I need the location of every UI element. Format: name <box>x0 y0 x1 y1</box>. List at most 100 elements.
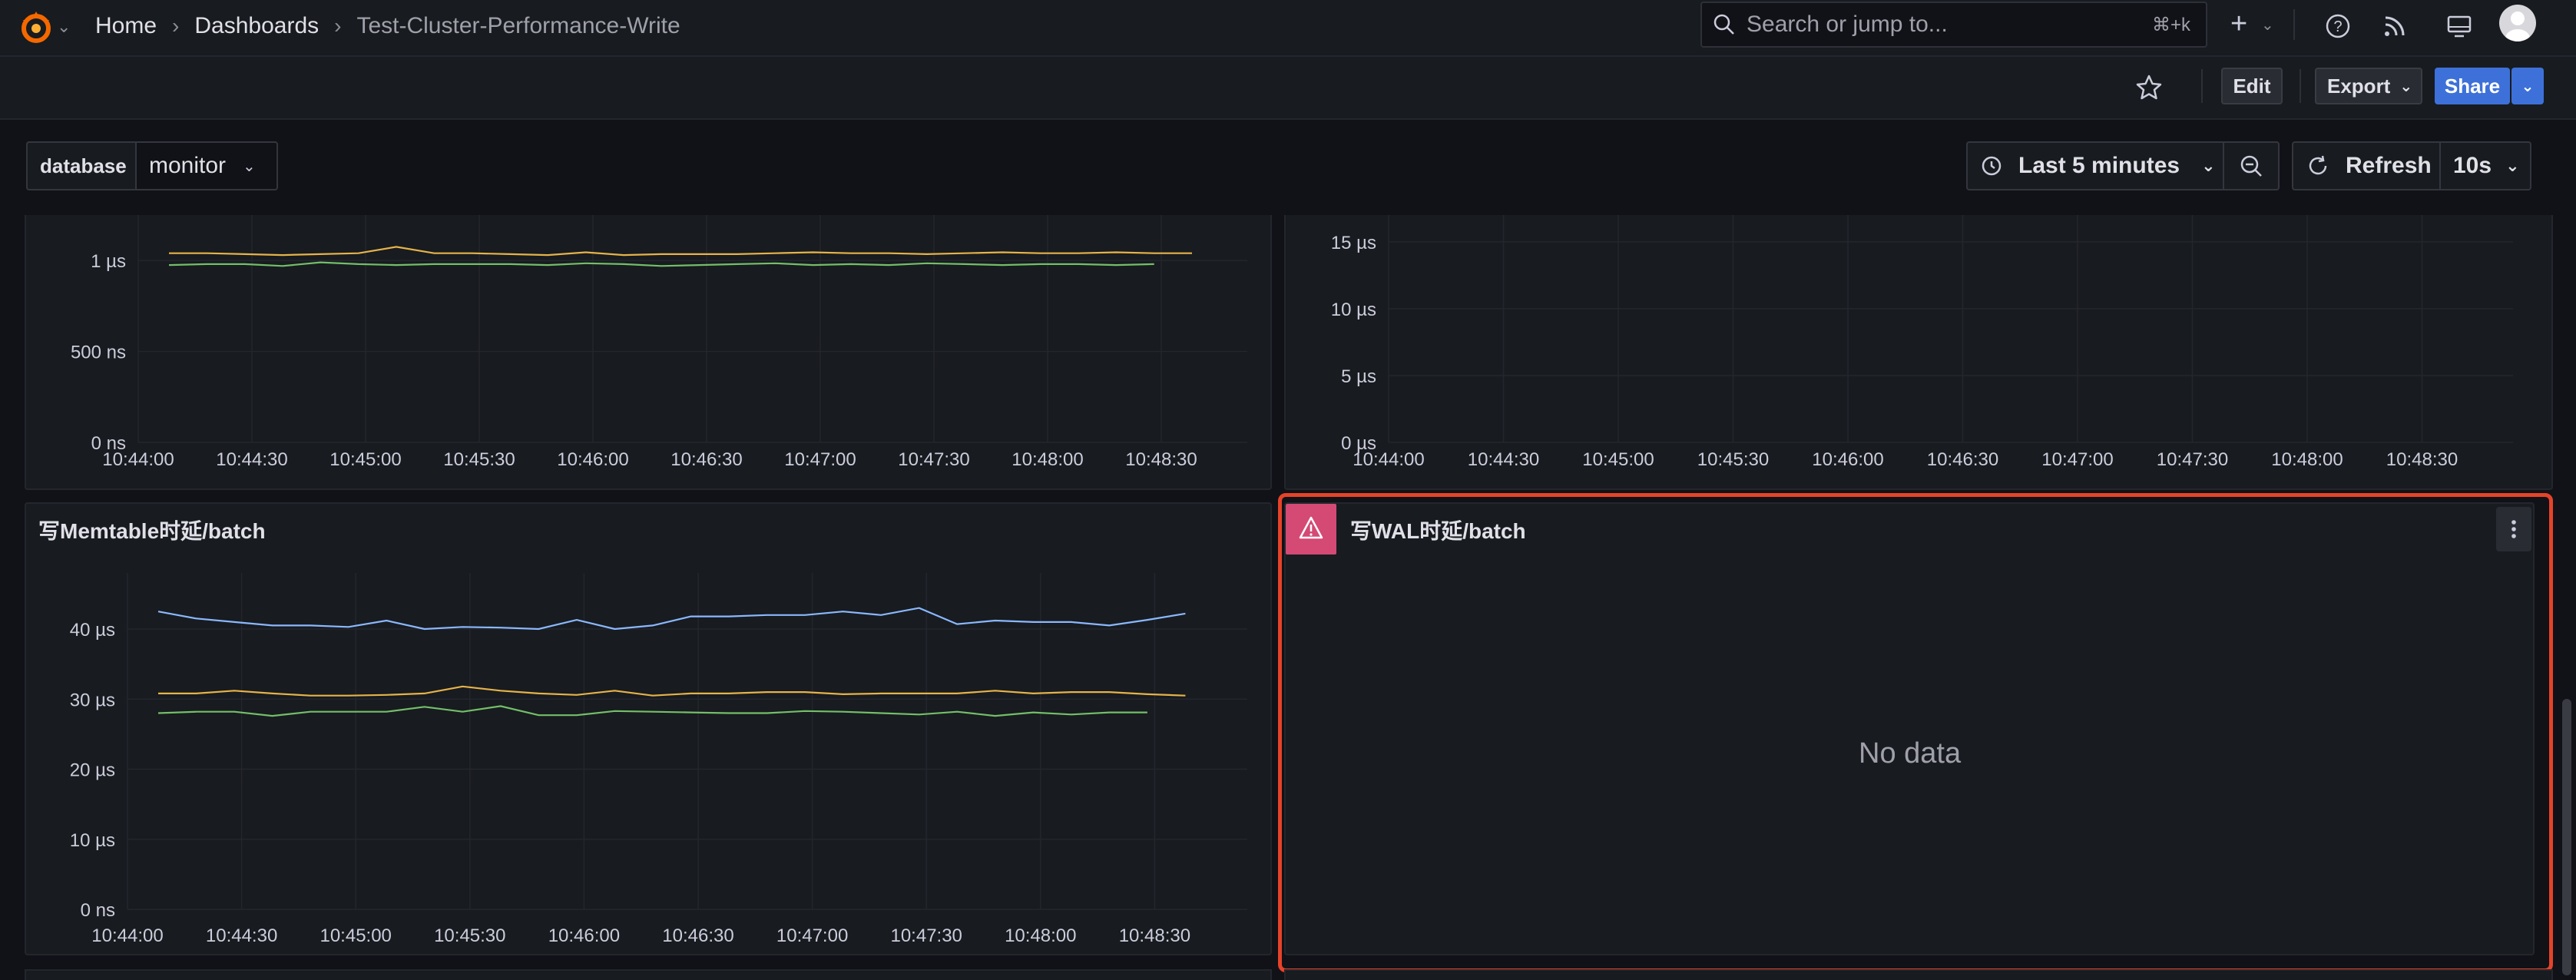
x-tick-label: 10:48:30 <box>2386 449 2458 470</box>
plus-icon[interactable]: + <box>2230 8 2247 41</box>
x-tick-label: 10:46:30 <box>1927 449 1998 470</box>
y-tick-label: 30 µs <box>70 690 115 710</box>
y-tick-label: 10 µs <box>70 830 115 851</box>
export-button[interactable]: Export ⌄ <box>2315 68 2422 104</box>
latency-chart-top-left: 0 ns500 ns1 µs10:44:00 10:44:30 10:45:00 10… <box>71 215 1247 470</box>
search-icon <box>1713 14 1734 35</box>
series-line <box>158 685 1186 697</box>
x-tick-label: 10:44:30 <box>206 925 277 946</box>
series-line <box>157 607 1186 631</box>
y-tick-label: 1 µs <box>91 251 126 272</box>
divider <box>2201 69 2203 103</box>
x-tick-label: 10:44:00 <box>102 449 174 470</box>
y-tick-label: 10 µs <box>1331 300 1376 320</box>
memtable-latency-panel[interactable]: 写Memtable时延/batch 0 ns 10 µs 20 µs 30 µs 40 … <box>25 502 1272 955</box>
share-button[interactable]: Share <box>2435 68 2510 104</box>
rss-icon[interactable] <box>2379 11 2410 41</box>
y-tick-label: 40 µs <box>70 620 115 641</box>
x-tick-label: 10:44:30 <box>1468 449 1539 470</box>
x-tick-label: 10:45:30 <box>1697 449 1769 470</box>
x-tick-label: 10:44:00 <box>91 925 163 946</box>
series-line <box>169 246 1192 257</box>
grafana-logo-icon[interactable] <box>17 8 55 46</box>
y-tick-label: 15 µs <box>1331 233 1376 253</box>
refresh-interval-picker[interactable]: 10s ⌄ <box>2439 141 2531 190</box>
chevron-down-icon: ⌄ <box>2505 156 2520 175</box>
x-tick-label: 10:46:30 <box>662 925 733 946</box>
x-tick-label: 10:48:30 <box>1125 449 1197 470</box>
breadcrumb-current-dashboard: Test-Cluster-Performance-Write <box>356 13 680 38</box>
x-tick-label: 10:46:00 <box>1812 449 1883 470</box>
x-tick-label: 10:45:00 <box>329 449 401 470</box>
chevron-down-icon[interactable]: ⌄ <box>2261 15 2274 35</box>
x-tick-label: 10:47:30 <box>890 925 962 946</box>
next-panel-edge <box>25 969 1272 980</box>
time-range-label: Last 5 minutes <box>2018 153 2180 178</box>
dashboard-toolbar: Edit Export ⌄ Share ⌄ <box>0 57 2576 120</box>
page-scrollbar[interactable] <box>2562 699 2571 975</box>
x-tick-label: 10:45:00 <box>1582 449 1654 470</box>
panel-title: 写Memtable时延/batch <box>38 519 266 543</box>
svg-text:?: ? <box>2333 18 2342 35</box>
refresh-label: Refresh <box>2346 153 2432 178</box>
y-tick-label: 5 µs <box>1341 366 1376 387</box>
x-tick-label: 10:47:30 <box>898 449 969 470</box>
variable-label: database <box>26 141 139 190</box>
chevron-down-icon: ⌄ <box>2521 78 2535 95</box>
database-variable-value: monitor <box>149 153 227 178</box>
share-options-button[interactable]: ⌄ <box>2511 68 2544 104</box>
breadcrumb-dashboards[interactable]: Dashboards <box>194 13 319 39</box>
x-tick-label: 10:48:00 <box>1012 449 1083 470</box>
y-tick-label: 500 ns <box>71 343 126 363</box>
y-tick-label: 0 ns <box>81 900 115 921</box>
x-tick-label: 10:47:00 <box>776 925 848 946</box>
x-tick-label: 10:47:00 <box>784 449 856 470</box>
chevron-down-icon: ⌄ <box>243 157 256 175</box>
avatar[interactable] <box>2499 5 2536 41</box>
latency-chart-top-right: 0 µs5 µs10 µs15 µs10:44:00 10:44:30 10:45:… <box>1331 215 2513 470</box>
series-line <box>157 705 1147 717</box>
user-icon <box>2505 12 2530 41</box>
edit-button[interactable]: Edit <box>2221 68 2283 104</box>
time-range-picker[interactable]: Last 5 minutes ⌄ <box>1966 141 2224 190</box>
x-tick-label: 10:44:30 <box>216 449 287 470</box>
refresh-icon <box>2309 155 2327 175</box>
divider <box>2293 9 2295 40</box>
database-variable-select[interactable]: monitor ⌄ <box>135 141 278 190</box>
monitor-icon[interactable] <box>2444 11 2475 41</box>
chevron-right-icon: › <box>172 14 180 38</box>
zoom-out-button[interactable] <box>2223 141 2280 190</box>
memtable-latency-chart: 0 ns 10 µs 20 µs 30 µs 40 µs 10:44:00 10:44:30… <box>70 573 1247 946</box>
refresh-interval-label: 10s <box>2453 153 2492 178</box>
x-tick-label: 10:48:00 <box>1005 925 1076 946</box>
breadcrumb: Home › Dashboards › Test-Cluster-Perform… <box>95 11 680 41</box>
x-tick-label: 10:48:00 <box>2271 449 2343 470</box>
selection-highlight <box>1278 493 2553 972</box>
x-tick-label: 10:48:30 <box>1119 925 1190 946</box>
y-tick-label: 20 µs <box>70 760 115 781</box>
x-tick-label: 10:46:00 <box>548 925 620 946</box>
chevron-right-icon: › <box>334 14 342 38</box>
help-icon[interactable]: ? <box>2323 11 2353 41</box>
latency-panel-top-right[interactable]: 0 µs 5 µs 10 µs 15 µs 10:44:00 10:44:30 10:45:… <box>1284 215 2553 490</box>
chevron-down-icon[interactable]: ⌄ <box>57 17 71 37</box>
x-tick-label: 10:44:00 <box>1353 449 1424 470</box>
top-navigation-bar: ⌄ Home › Dashboards › Test-Cluster-Perfo… <box>0 0 2576 57</box>
refresh-button[interactable]: Refresh <box>2292 141 2441 190</box>
x-tick-label: 10:46:30 <box>670 449 742 470</box>
chevron-down-icon: ⌄ <box>2201 156 2216 175</box>
breadcrumb-home[interactable]: Home <box>95 13 157 39</box>
search-placeholder: Search or jump to... <box>1747 12 1948 37</box>
search-input[interactable]: Search or jump to... ⌘+k <box>1700 2 2207 48</box>
star-icon[interactable] <box>2134 72 2164 103</box>
search-shortcut: ⌘+k <box>2151 15 2190 35</box>
x-tick-label: 10:45:00 <box>320 925 391 946</box>
zoom-out-icon <box>2240 155 2262 177</box>
export-button-label: Export <box>2327 74 2391 98</box>
x-tick-label: 10:47:30 <box>2157 449 2228 470</box>
clock-icon <box>1982 156 2002 176</box>
next-panel-edge <box>1284 969 2553 980</box>
series-line <box>168 261 1154 267</box>
latency-panel-top-left[interactable]: 0 ns 500 ns 1 µs 10:44:00 10:44:30 10:45:00 10… <box>25 215 1272 490</box>
x-tick-label: 10:45:30 <box>443 449 515 470</box>
